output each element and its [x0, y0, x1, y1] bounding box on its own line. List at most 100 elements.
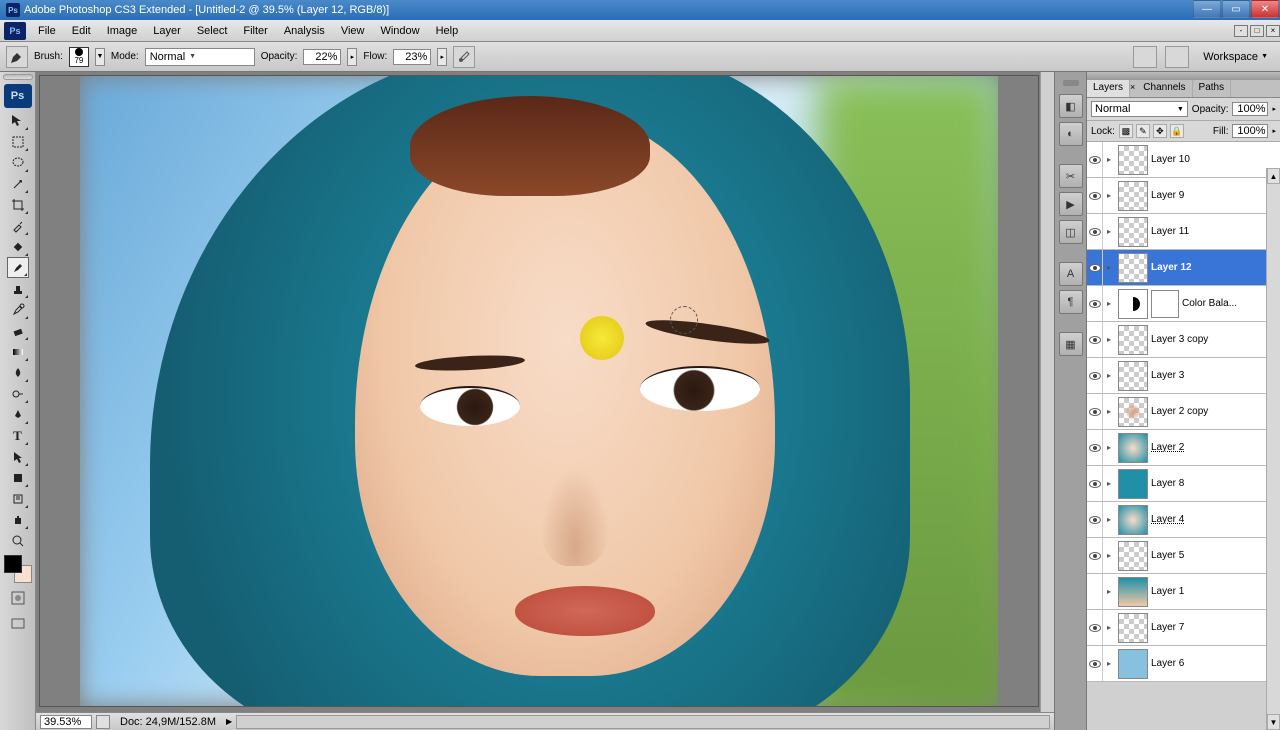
lock-transparency-button[interactable]: ▩	[1119, 124, 1133, 138]
doc-minimize-button[interactable]: -	[1234, 25, 1248, 37]
layer-thumbnail[interactable]	[1118, 361, 1148, 391]
layer-blend-dropdown[interactable]: Normal ▼	[1091, 101, 1188, 117]
expand-icon[interactable]: ▸	[1103, 407, 1115, 416]
vscrollbar[interactable]	[1040, 72, 1054, 712]
visibility-toggle[interactable]	[1087, 466, 1103, 501]
canvas[interactable]	[80, 76, 998, 706]
hscrollbar[interactable]	[236, 715, 1050, 729]
visibility-toggle[interactable]	[1087, 502, 1103, 537]
layer-name[interactable]: Layer 3	[1151, 370, 1184, 381]
layer-name[interactable]: Layer 7	[1151, 622, 1184, 633]
expand-icon[interactable]: ▸	[1103, 479, 1115, 488]
status-icon[interactable]	[96, 715, 110, 729]
crop-tool[interactable]	[7, 194, 29, 215]
layer-name[interactable]: Layer 5	[1151, 550, 1184, 561]
zoom-tool[interactable]	[7, 530, 29, 551]
lock-pixels-button[interactable]: ✎	[1136, 124, 1150, 138]
brush-tool[interactable]	[7, 257, 29, 278]
pen-tool[interactable]	[7, 404, 29, 425]
navigator-panel-button[interactable]: ◧	[1059, 94, 1083, 118]
visibility-toggle[interactable]	[1087, 394, 1103, 429]
layer-name[interactable]: Layer 10	[1151, 154, 1190, 165]
layer-row[interactable]: ▸ Layer 11	[1087, 214, 1280, 250]
visibility-toggle[interactable]	[1087, 610, 1103, 645]
menu-analysis[interactable]: Analysis	[276, 22, 333, 40]
visibility-toggle[interactable]	[1087, 538, 1103, 573]
visibility-toggle[interactable]	[1087, 142, 1103, 177]
layer-name[interactable]: Color Bala...	[1182, 298, 1237, 309]
opacity-input[interactable]: 22%	[303, 49, 341, 65]
toolbar-button-2[interactable]	[1165, 46, 1189, 68]
menu-image[interactable]: Image	[99, 22, 146, 40]
layer-row[interactable]: ▸Layer 12	[1087, 250, 1280, 286]
airbrush-toggle-button[interactable]	[453, 46, 475, 68]
layer-thumbnail[interactable]	[1118, 397, 1148, 427]
fill-flyout-icon[interactable]: ▸	[1272, 127, 1276, 135]
menu-select[interactable]: Select	[189, 22, 236, 40]
expand-icon[interactable]: ▸	[1103, 227, 1115, 236]
layer-name[interactable]: Layer 2	[1151, 442, 1184, 453]
actions-panel-button[interactable]: ▶	[1059, 192, 1083, 216]
visibility-toggle[interactable]	[1087, 250, 1103, 285]
visibility-toggle[interactable]	[1087, 178, 1103, 213]
layer-row[interactable]: ▸ Layer 2	[1087, 430, 1280, 466]
flow-arrow-icon[interactable]: ▸	[437, 48, 447, 66]
menu-window[interactable]: Window	[372, 22, 427, 40]
expand-icon[interactable]: ▸	[1103, 335, 1115, 344]
layer-opacity-input[interactable]: 100%	[1232, 102, 1268, 116]
toolbox-grip[interactable]	[3, 74, 33, 80]
brush-preset-picker[interactable]: 79	[69, 47, 89, 67]
expand-icon[interactable]: ▸	[1103, 623, 1115, 632]
layer-thumbnail[interactable]	[1118, 649, 1148, 679]
blend-mode-dropdown[interactable]: Normal ▼	[145, 48, 255, 66]
expand-icon[interactable]: ▸	[1103, 443, 1115, 452]
wand-tool[interactable]	[7, 173, 29, 194]
history-brush-tool[interactable]	[7, 299, 29, 320]
layer-row[interactable]: ▸ Layer 3 copy	[1087, 322, 1280, 358]
workspace-dropdown[interactable]: Workspace ▼	[1197, 48, 1274, 66]
layer-row[interactable]: ▸Layer 2 copy	[1087, 394, 1280, 430]
visibility-toggle[interactable]	[1087, 430, 1103, 465]
opacity-flyout-icon[interactable]: ▸	[1272, 105, 1276, 113]
layer-name[interactable]: Layer 8	[1151, 478, 1184, 489]
layercomps-panel-button[interactable]: ▦	[1059, 332, 1083, 356]
expand-icon[interactable]: ▸	[1103, 515, 1115, 524]
history-panel-button[interactable]: ✂	[1059, 164, 1083, 188]
layer-row[interactable]: ▸Layer 1	[1087, 574, 1280, 610]
paragraph-panel-button[interactable]: ¶	[1059, 290, 1083, 314]
color-panel-button[interactable]: ◐	[1059, 122, 1083, 146]
layer-thumbnail[interactable]	[1118, 253, 1148, 283]
layer-name[interactable]: Layer 11	[1151, 226, 1189, 237]
fg-color-swatch[interactable]	[4, 555, 22, 573]
tab-close-icon[interactable]: ×	[1128, 80, 1137, 97]
eyedropper-tool[interactable]	[7, 215, 29, 236]
visibility-toggle[interactable]	[1087, 646, 1103, 681]
layer-row[interactable]: ▸ Layer 7	[1087, 610, 1280, 646]
layer-row[interactable]: ▸ Layer 9	[1087, 178, 1280, 214]
layer-thumbnail[interactable]	[1118, 289, 1148, 319]
menu-filter[interactable]: Filter	[235, 22, 275, 40]
expand-icon[interactable]: ▸	[1103, 371, 1115, 380]
layer-name[interactable]: Layer 9	[1151, 190, 1184, 201]
panel-grip[interactable]	[1063, 80, 1079, 86]
color-swatches[interactable]	[4, 555, 32, 583]
layers-grip[interactable]	[1087, 72, 1280, 80]
menu-help[interactable]: Help	[428, 22, 467, 40]
quickmask-button[interactable]	[7, 587, 29, 609]
expand-icon[interactable]: ▸	[1103, 263, 1115, 272]
close-button[interactable]: ✕	[1251, 0, 1279, 18]
blur-tool[interactable]	[7, 362, 29, 383]
visibility-toggle[interactable]	[1087, 358, 1103, 393]
expand-icon[interactable]: ▸	[1103, 155, 1115, 164]
menu-layer[interactable]: Layer	[145, 22, 189, 40]
layer-row[interactable]: ▸ Layer 3	[1087, 358, 1280, 394]
expand-icon[interactable]: ▸	[1103, 659, 1115, 668]
eraser-tool[interactable]	[7, 320, 29, 341]
layer-row[interactable]: ▸ Layer 10	[1087, 142, 1280, 178]
expand-icon[interactable]: ▸	[1103, 299, 1115, 308]
expand-icon[interactable]: ▸	[1103, 191, 1115, 200]
layer-name[interactable]: Layer 3 copy	[1151, 334, 1208, 345]
layer-thumbnail[interactable]	[1118, 613, 1148, 643]
dodge-tool[interactable]	[7, 383, 29, 404]
tab-layers[interactable]: Layers	[1087, 80, 1130, 97]
